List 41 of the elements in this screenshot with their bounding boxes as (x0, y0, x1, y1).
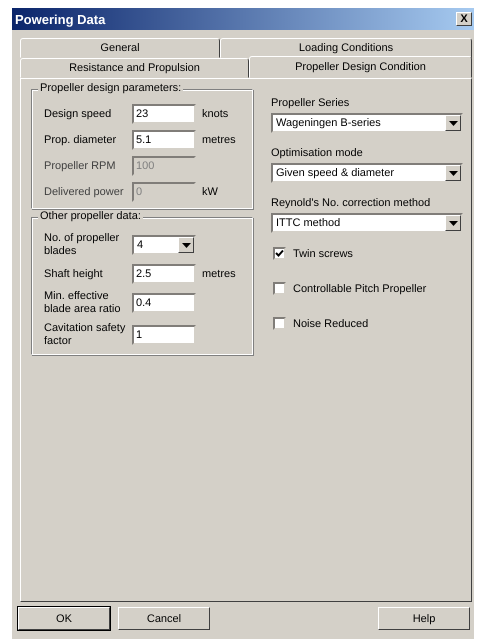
input-field[interactable]: 23 (132, 104, 196, 124)
dropdown[interactable]: Given speed & diameter (271, 163, 463, 183)
checkbox[interactable] (273, 282, 286, 295)
unit-label: metres (202, 134, 236, 146)
checkbox-label: Twin screws (293, 248, 353, 260)
checkbox-label: Noise Reduced (293, 318, 368, 330)
checkbox[interactable] (273, 317, 286, 330)
tab[interactable]: Loading Conditions (220, 38, 472, 58)
dialog-button[interactable]: OK (18, 607, 110, 630)
close-button[interactable]: X (456, 12, 472, 26)
field-label: Min. effective blade area ratio (44, 290, 122, 316)
input-field[interactable]: 2.5 (132, 264, 196, 284)
dialog-button[interactable]: Cancel (118, 607, 210, 630)
group-title: Propeller design parameters: (38, 82, 184, 94)
input-field[interactable]: 1 (132, 325, 196, 345)
field-label: Delivered power (44, 186, 124, 198)
unit-label: knots (202, 108, 228, 120)
field-label: Shaft height (44, 268, 104, 280)
dropdown-label: Optimisation mode (271, 147, 364, 159)
field-label: Propeller RPM (44, 160, 117, 172)
dropdown-label: Propeller Series (271, 97, 350, 109)
input-field[interactable]: 5.1 (132, 130, 196, 150)
field-label: Cavitation safety factor (44, 322, 126, 348)
dropdown[interactable]: Wageningen B-series (271, 113, 463, 133)
dropdown[interactable]: ITTC method (271, 213, 463, 233)
checkbox-label: Controllable Pitch Propeller (293, 282, 426, 294)
input-field[interactable]: 0.4 (132, 293, 196, 313)
checkbox[interactable] (273, 247, 286, 260)
window-title: Powering Data (15, 12, 106, 26)
field-label: Prop. diameter (44, 134, 118, 146)
field-label: No. of propeller blades (44, 232, 120, 258)
field-label: Design speed (44, 108, 112, 120)
tab[interactable]: Propeller Design Condition (249, 56, 472, 78)
dropdown-label: Reynold's No. correction method (271, 197, 432, 209)
group-title: Other propeller data: (38, 210, 143, 222)
unit-label: kW (202, 186, 218, 198)
dropdown[interactable]: 4 (132, 235, 196, 255)
tab[interactable]: General (20, 38, 220, 58)
dialog-button[interactable]: Help (378, 607, 470, 630)
tab[interactable]: Resistance and Propulsion (20, 58, 249, 78)
unit-label: metres (202, 268, 236, 280)
